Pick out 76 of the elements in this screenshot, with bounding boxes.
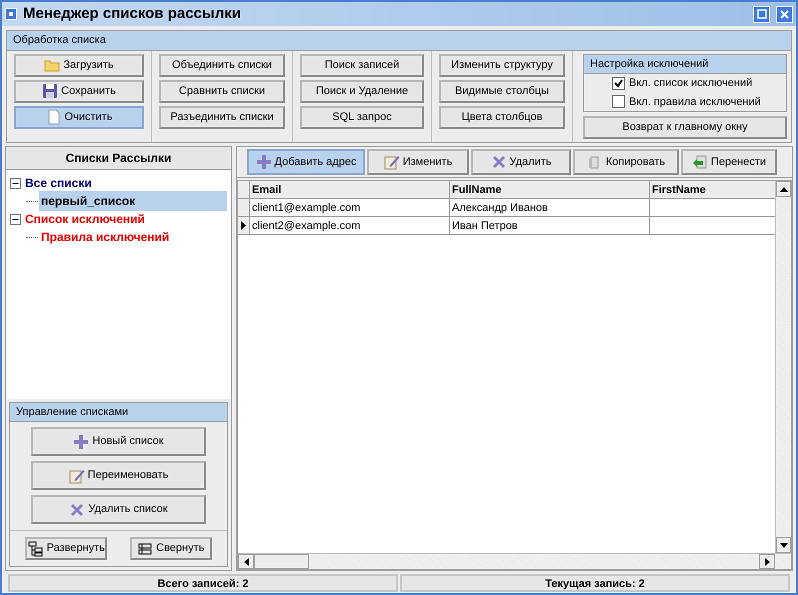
action-button[interactable]: Разъединить списки <box>159 106 285 128</box>
edit-icon <box>68 468 85 484</box>
action-button[interactable]: Объединить списки <box>159 54 285 76</box>
tree-item[interactable]: Все списки <box>23 173 94 193</box>
app-icon <box>5 8 17 20</box>
return-button[interactable]: Возврат к главному окну <box>583 116 787 139</box>
checkbox[interactable] <box>612 95 625 108</box>
horizontal-scrollbar[interactable] <box>238 553 791 569</box>
plus-icon <box>73 434 90 450</box>
panel-title: Настройка исключений <box>584 54 786 74</box>
scroll-left-button[interactable] <box>238 554 254 569</box>
left-arrow-icon <box>244 558 248 566</box>
action-button[interactable]: Очистить <box>14 106 144 128</box>
checkbox-option[interactable]: Вкл. правила исключений <box>584 92 786 111</box>
collapse-toggle-icon[interactable] <box>10 214 21 224</box>
floppy-icon <box>42 83 58 99</box>
move-icon <box>692 154 708 170</box>
row-indicator[interactable] <box>238 217 250 235</box>
tree-item[interactable]: Правила исключений <box>39 227 172 247</box>
maximize-icon <box>756 9 766 19</box>
scroll-up-button[interactable] <box>776 181 791 197</box>
checkbox[interactable] <box>612 76 625 90</box>
column-header[interactable]: Email <box>250 181 450 199</box>
table-cell: client1@example.com <box>250 199 450 217</box>
tree-button[interactable]: Свернуть <box>130 537 212 560</box>
list-button[interactable]: Переименовать <box>31 461 206 490</box>
collapse-toggle-icon[interactable] <box>10 178 21 188</box>
close-button[interactable] <box>776 6 793 22</box>
scroll-thumb[interactable] <box>254 554 309 569</box>
toolbar-button[interactable]: Перенести <box>681 149 777 175</box>
right-arrow-icon <box>764 558 770 566</box>
column-header[interactable]: FirstName <box>650 181 775 199</box>
list-button[interactable]: Удалить список <box>31 495 206 524</box>
maximize-button[interactable] <box>753 6 770 22</box>
checkbox-option[interactable]: Вкл. список исключений <box>584 74 786 92</box>
action-button[interactable]: Поиск записей <box>300 54 424 76</box>
page-icon <box>46 109 62 125</box>
edit-icon <box>384 154 400 170</box>
current-row-icon <box>241 221 246 230</box>
expand-tree-icon <box>28 540 44 556</box>
status-text: Всего записей: 2 <box>8 574 398 592</box>
tree-button[interactable]: Развернуть <box>25 537 108 560</box>
table-cell: Александр Иванов <box>450 199 650 217</box>
action-button[interactable]: Загрузить <box>14 54 144 76</box>
action-button[interactable]: Цвета столбцов <box>439 106 565 128</box>
panel-title: Управление списками <box>10 402 227 422</box>
tree-item[interactable]: первый_список <box>39 191 227 211</box>
collapse-tree-icon <box>137 540 154 556</box>
action-button[interactable]: Изменить структуру <box>439 54 565 76</box>
plus-icon <box>256 154 272 170</box>
window-title: Менеджер списков рассылки <box>23 4 242 24</box>
action-button[interactable]: Сравнить списки <box>159 80 285 102</box>
panel-title: Обработка списка <box>7 31 791 50</box>
action-button[interactable]: Поиск и Удаление <box>300 80 424 102</box>
tree-item[interactable]: Список исключений <box>23 209 147 229</box>
list-button[interactable]: Новый список <box>31 427 206 456</box>
close-icon <box>780 10 789 18</box>
up-arrow-icon <box>780 186 788 192</box>
table-cell: client2@example.com <box>250 217 450 235</box>
column-header[interactable]: FullName <box>450 181 650 199</box>
vertical-scrollbar[interactable] <box>775 181 791 553</box>
delete-icon <box>490 154 506 170</box>
toolbar-button[interactable]: Удалить <box>471 149 571 175</box>
down-arrow-icon <box>780 542 788 548</box>
delete-icon <box>69 502 86 518</box>
action-button[interactable]: SQL запрос <box>300 106 424 128</box>
status-text: Текущая запись: 2 <box>400 574 790 592</box>
table-cell: Иван Петров <box>450 217 650 235</box>
panel-header: Списки Рассылки <box>6 147 231 170</box>
toolbar-button[interactable]: Добавить адрес <box>247 149 365 175</box>
action-button[interactable]: Сохранить <box>14 80 144 102</box>
scroll-down-button[interactable] <box>776 537 791 553</box>
scroll-right-button[interactable] <box>759 554 775 569</box>
toolbar-button[interactable]: Копировать <box>573 149 679 175</box>
toolbar-button[interactable]: Изменить <box>367 149 469 175</box>
action-button[interactable]: Видимые столбцы <box>439 80 565 102</box>
